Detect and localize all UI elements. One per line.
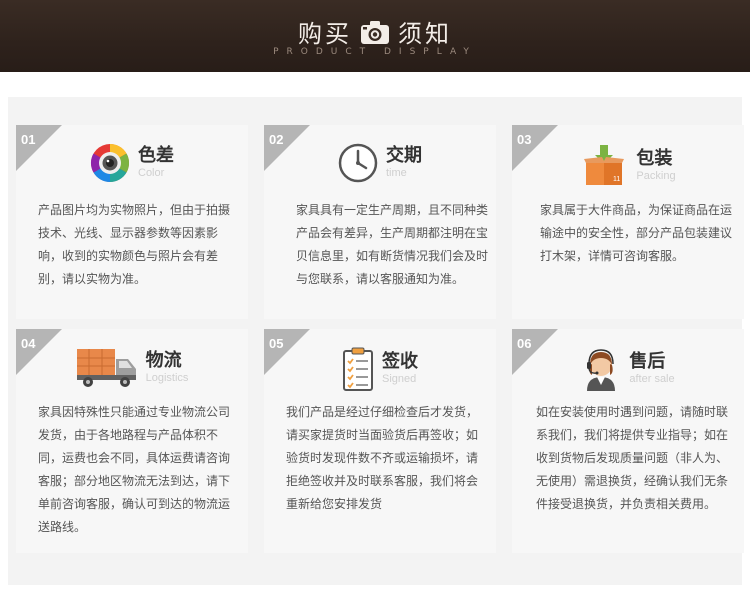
card-title: 签收	[382, 351, 418, 372]
card-description: 产品图片均为实物照片，但由于拍摄技术、光线、显示器参数等因素影响，收到的实物颜色…	[38, 203, 231, 286]
card-heading: 签收 Signed	[264, 347, 496, 391]
card-title-en: Packing	[636, 170, 676, 182]
header-banner: 购买 须知 PRODUCT DISPLAY	[0, 0, 750, 72]
color-wheel-icon	[90, 143, 130, 183]
banner-title-right: 须知	[398, 20, 452, 48]
card-time: 02 交期 time 家具具有一定生产周期，且不同种类产品会有差异，生产周期都注…	[264, 125, 496, 319]
banner-title-left: 购买	[298, 20, 352, 48]
delivery-truck-icon	[76, 349, 136, 387]
card-title-en: time	[386, 167, 407, 179]
purchase-notes-panel: 01 色差 Color 产品图片均为实物照片，但由于拍摄技术、光线、显示器参数等…	[8, 97, 744, 585]
card-title: 包装	[636, 148, 673, 169]
card-color: 01 色差 Color 产品图片均为实物照片，但由于拍摄技术、光线、显示器参数等…	[16, 125, 248, 319]
package-box-icon: 11	[584, 145, 625, 185]
card-heading: 色差 Color	[16, 143, 248, 183]
card-title-en: after sale	[629, 373, 675, 385]
card-title: 色差	[138, 145, 174, 166]
clock-icon	[338, 143, 378, 183]
card-heading: 11 包装 Packing	[512, 143, 744, 189]
card-signed: 05 签收 Signed 我们产品是经过仔细检查后才发货，请买家提货时当面验货后…	[264, 329, 496, 553]
card-description: 我们产品是经过仔细检查后才发货，请买家提货时当面验货后再签收；如验货时发现件数不…	[286, 405, 479, 511]
card-description: 家具具有一定生产周期，且不同种类产品会有差异，生产周期都注明在宝贝信息里，如有断…	[296, 203, 489, 286]
card-heading: 物流 Logistics	[16, 347, 248, 389]
card-title: 物流	[145, 350, 182, 371]
card-title-en: Color	[138, 167, 165, 179]
customer-service-icon	[587, 349, 616, 391]
card-title-en: Logistics	[145, 372, 189, 384]
card-title-en: Signed	[382, 373, 417, 385]
clipboard-checklist-icon	[343, 347, 373, 391]
card-logistics: 04 物流 Logistics 家具因特殊性只能通过专业物流公司发货，由于各地路…	[16, 329, 248, 553]
card-packing: 03 11 包装 Packing 家具属于大件商品，为保证商品在运输途中的安全性…	[512, 125, 744, 319]
card-title: 交期	[386, 145, 422, 166]
card-description: 家具因特殊性只能通过专业物流公司发货，由于各地路程与产品体积不同，运费也会不同，…	[38, 405, 231, 534]
svg-text:11: 11	[613, 176, 620, 183]
card-description: 家具属于大件商品，为保证商品在运输途中的安全性，部分产品包装建议打木架，详情可咨…	[540, 203, 733, 263]
camera-icon	[361, 20, 389, 44]
card-heading: 售后 after sale	[512, 347, 744, 391]
card-heading: 交期 time	[264, 143, 496, 183]
card-after-sale: 06 售后 after sale 如在安装使用时遇到问题，请随时联系我们，我们将…	[512, 329, 744, 553]
card-description: 如在安装使用时遇到问题，请随时联系我们，我们将提供专业指导；如在收到货物后发现质…	[536, 405, 729, 511]
card-title: 售后	[629, 351, 666, 372]
banner-title: 购买 须知	[0, 14, 750, 49]
banner-subtitle: PRODUCT DISPLAY	[273, 47, 477, 57]
